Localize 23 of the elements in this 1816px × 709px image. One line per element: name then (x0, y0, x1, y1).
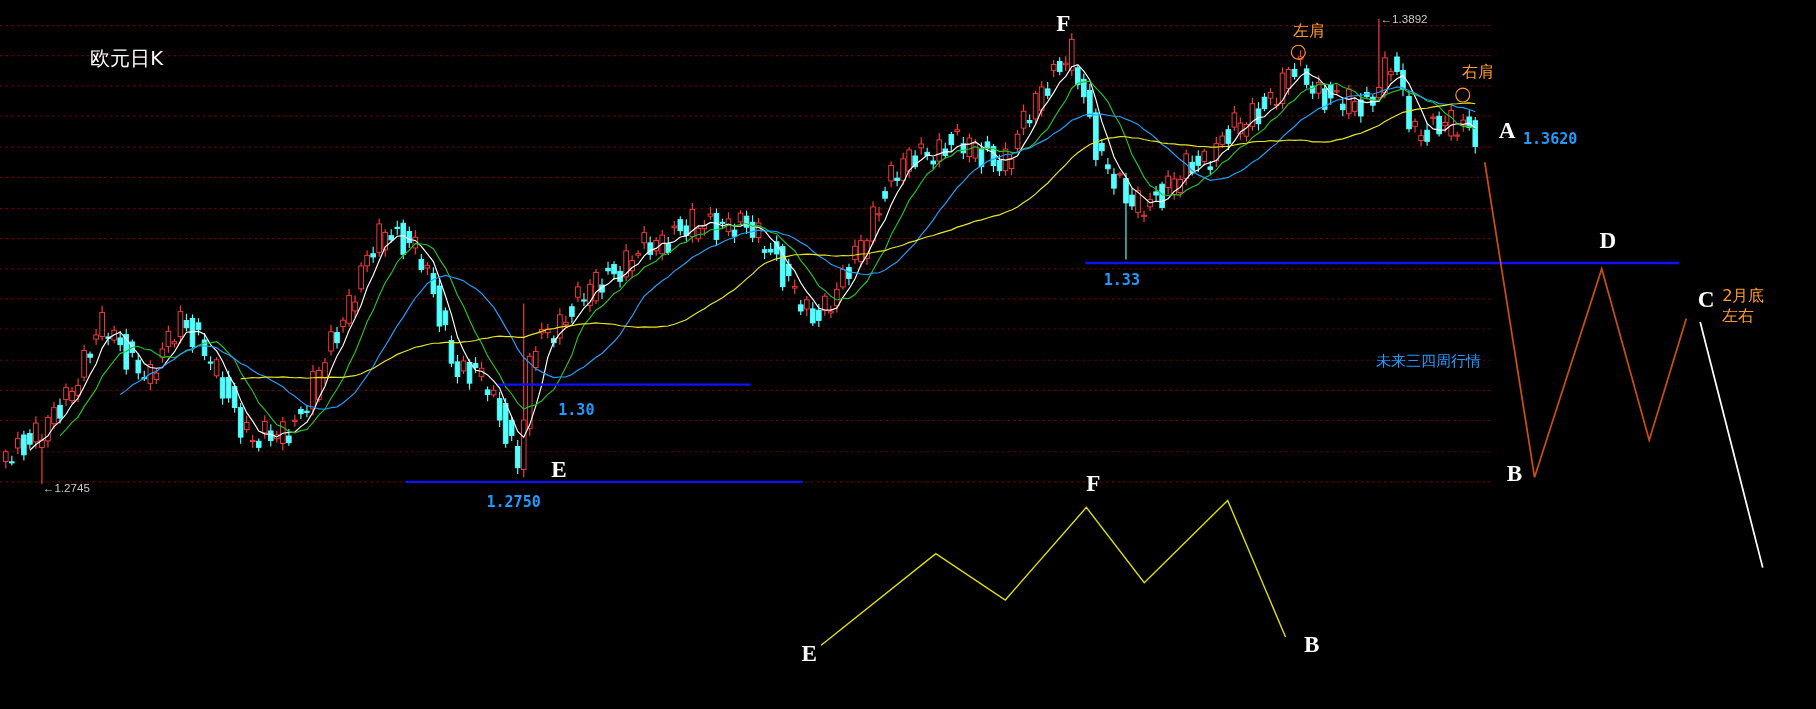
point-label: E (551, 456, 567, 483)
price-label: 1.2750 (486, 493, 541, 512)
note-label: 2月底 (1722, 286, 1765, 306)
point-label: B (1506, 459, 1523, 486)
price-label: 1.30 (558, 400, 595, 419)
note-label: 左肩 (1292, 21, 1325, 40)
price-label: 1.33 (1103, 271, 1140, 289)
point-label: F (1086, 470, 1101, 497)
caption-label: 未来三四周行情 (1375, 352, 1481, 371)
point-label: E (801, 640, 817, 667)
marker-circle (1290, 44, 1306, 60)
marker-circle (1455, 87, 1471, 103)
point-label: A (1498, 116, 1516, 143)
point-label: C (1697, 286, 1715, 312)
price-label: 1.3620 (1523, 129, 1578, 148)
point-label: D (1599, 226, 1617, 253)
point-label: F (1056, 10, 1071, 37)
note-label: 右肩 (1461, 61, 1494, 81)
note-label: 左右 (1722, 305, 1755, 325)
chart-title: 欧元日K (90, 46, 164, 70)
point-label: B (1304, 631, 1320, 658)
price-extreme-label: ←1.3892 (1380, 13, 1428, 26)
price-extreme-label: ←1.2745 (42, 482, 90, 495)
